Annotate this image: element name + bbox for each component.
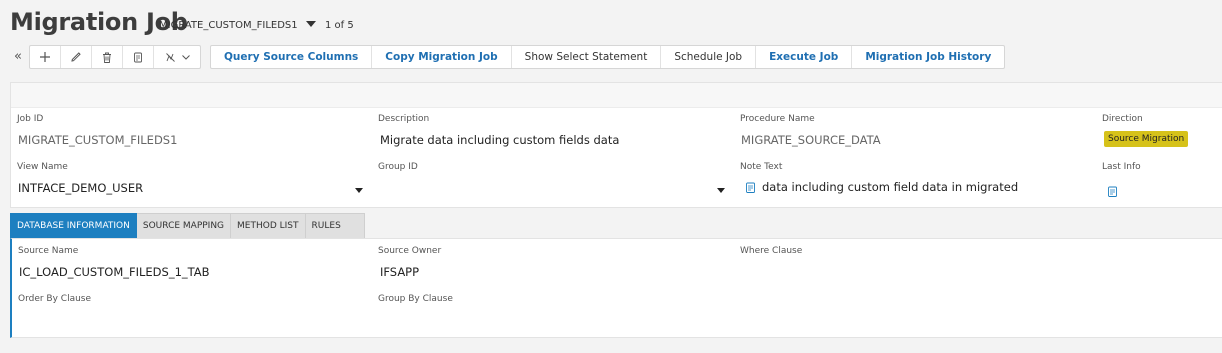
delete-icon — [103, 52, 111, 63]
duplicate-icon — [134, 52, 142, 62]
record-selector[interactable]: MIGRATE_CUSTOM_FILEDS1 — [159, 20, 316, 31]
chevron-down-icon[interactable] — [305, 20, 316, 27]
detail-tabs: DATABASE INFORMATION SOURCE MAPPING METH… — [10, 213, 365, 240]
last-info-button[interactable] — [1108, 182, 1117, 201]
view-name-dropdown[interactable]: INTFACE_DEMO_USER — [18, 179, 363, 197]
group-id-dropdown[interactable] — [380, 179, 725, 197]
note-icon — [746, 182, 755, 193]
tab-rules[interactable]: RULES — [305, 213, 365, 240]
tab-source-mapping[interactable]: SOURCE MAPPING — [136, 213, 232, 240]
job-id-value: MIGRATE_CUSTOM_FILEDS1 — [18, 133, 178, 147]
chevron-down-icon — [355, 188, 363, 193]
source-name-label: Source Name — [18, 246, 79, 256]
job-id-label: Job ID — [17, 114, 44, 124]
where-clause-label: Where Clause — [740, 246, 803, 256]
last-info-label: Last Info — [1102, 162, 1141, 172]
group-by-clause-label: Group By Clause — [378, 294, 453, 304]
record-count: 1 of 5 — [325, 20, 354, 31]
tab-method-list[interactable]: METHOD LIST — [231, 213, 306, 240]
note-text-value: data including custom field data in migr… — [762, 180, 1019, 194]
tab-database-information[interactable]: DATABASE INFORMATION — [10, 213, 137, 240]
chevron-down-icon — [717, 188, 725, 193]
order-by-clause-label: Order By Clause — [18, 294, 92, 304]
source-owner-value: IFSAPP — [380, 265, 420, 279]
collapse-navigation-icon[interactable]: « — [10, 48, 26, 66]
record-selector-value: MIGRATE_CUSTOM_FILEDS1 — [159, 20, 298, 31]
note-icon — [1108, 186, 1117, 197]
migration-job-history-button[interactable]: Migration Job History — [852, 46, 1004, 68]
procedure-name-label: Procedure Name — [740, 114, 815, 124]
note-text-field[interactable]: data including custom field data in migr… — [746, 180, 1018, 194]
form-header-band — [11, 83, 1222, 108]
description-value: Migrate data including custom fields dat… — [380, 133, 620, 147]
migration-job-form: Job ID MIGRATE_CUSTOM_FILEDS1 Descriptio… — [10, 82, 1222, 208]
schedule-job-button[interactable]: Schedule Job — [661, 46, 757, 68]
chevron-down-icon — [181, 54, 190, 60]
edit-icon — [71, 52, 81, 62]
more-actions-button[interactable] — [154, 46, 200, 68]
source-owner-label: Source Owner — [378, 246, 442, 256]
group-id-label: Group ID — [378, 162, 418, 172]
procedure-name-value: MIGRATE_SOURCE_DATA — [741, 133, 881, 147]
direction-badge: Source Migration — [1104, 131, 1189, 147]
query-source-columns-button[interactable]: Query Source Columns — [211, 46, 373, 68]
database-information-panel: Source Name IC_LOAD_CUSTOM_FILEDS_1_TAB … — [10, 238, 1222, 338]
show-select-statement-button[interactable]: Show Select Statement — [512, 46, 662, 68]
execute-job-button[interactable]: Execute Job — [756, 46, 853, 68]
note-text-label: Note Text — [740, 162, 783, 172]
add-icon — [40, 52, 50, 62]
direction-label: Direction — [1102, 114, 1143, 124]
command-toolbar: Query Source Columns Copy Migration Job … — [210, 45, 1006, 69]
record-actions-toolbar — [29, 45, 201, 69]
source-name-value: IC_LOAD_CUSTOM_FILEDS_1_TAB — [19, 265, 210, 279]
description-label: Description — [378, 114, 430, 124]
view-name-label: View Name — [17, 162, 68, 172]
edit-button[interactable] — [61, 46, 92, 68]
add-button[interactable] — [30, 46, 61, 68]
delete-button[interactable] — [92, 46, 123, 68]
duplicate-button[interactable] — [123, 46, 154, 68]
more-actions-icon — [165, 52, 175, 62]
view-name-value: INTFACE_DEMO_USER — [18, 181, 144, 195]
copy-migration-job-button[interactable]: Copy Migration Job — [372, 46, 512, 68]
